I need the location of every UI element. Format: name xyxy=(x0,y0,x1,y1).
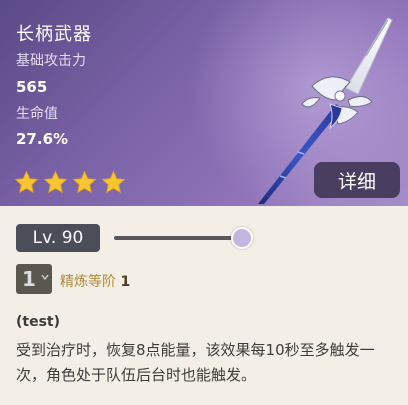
detail-button[interactable]: 详细 xyxy=(314,162,400,198)
star-icon xyxy=(72,170,97,194)
level-slider-knob[interactable] xyxy=(231,227,253,249)
base-atk-label: 基础攻击力 xyxy=(16,53,86,69)
refinement-label-text: 精炼等阶 xyxy=(60,274,116,290)
passive-name: (test) xyxy=(16,314,61,330)
level-slider-track[interactable] xyxy=(114,236,242,240)
refinement-selector[interactable]: 1 xyxy=(16,264,52,294)
star-icon xyxy=(43,170,68,194)
hp-value: 27.6% xyxy=(16,130,69,148)
rarity-stars xyxy=(14,170,126,195)
star-icon xyxy=(101,170,126,194)
hp-label: 生命值 xyxy=(16,106,58,122)
weapon-type: 长柄武器 xyxy=(16,24,92,45)
weapon-header: 长柄武器 基础攻击力 565 生命值 27.6% 详细 xyxy=(0,0,408,206)
level-badge: Lv. 90 xyxy=(16,224,100,252)
passive-description: 受到治疗时，恢复8点能量，该效果每10秒至多触发一次，角色处于队伍后台时也能触发… xyxy=(16,341,375,384)
chevron-down-icon xyxy=(41,274,49,281)
star-icon xyxy=(14,170,39,194)
refinement-level: 1 xyxy=(120,274,131,290)
refinement-label: 精炼等阶 1 xyxy=(60,271,130,291)
base-atk-value: 565 xyxy=(16,78,48,96)
refinement-rank: 1 xyxy=(22,267,36,291)
